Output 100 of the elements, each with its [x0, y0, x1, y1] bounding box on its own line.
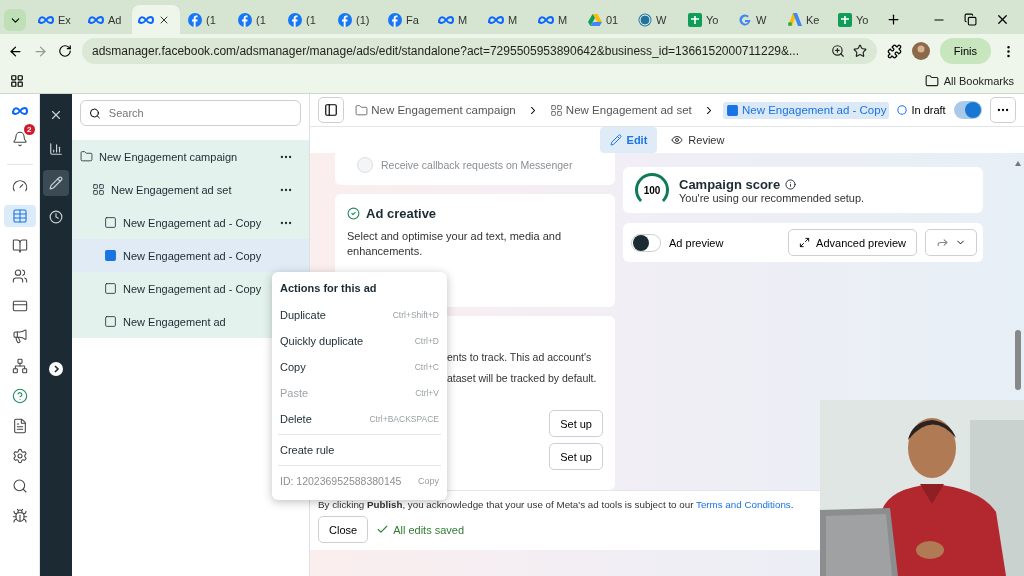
triangle-icon — [588, 13, 602, 26]
mode-tab[interactable]: Review — [661, 127, 735, 153]
section-description: Select and optimise your ad text, media and enhancements. — [347, 229, 562, 259]
sidebar-toggle-button[interactable] — [318, 97, 345, 123]
section-description: ataset will be tracked by default. — [446, 371, 598, 386]
menu-item[interactable]: Copy Ctrl+C — [272, 354, 447, 380]
browser-tab[interactable]: Fa — [382, 5, 430, 34]
finish-button[interactable]: Finis — [939, 38, 991, 64]
spreadsheet-icon — [688, 12, 702, 27]
tool-button[interactable] — [43, 170, 69, 196]
search-field[interactable]: Search — [106, 106, 292, 120]
tree-item[interactable]: New Engagement ad set — [72, 173, 309, 206]
meta-icon — [538, 14, 554, 25]
meta-icon — [38, 14, 54, 25]
people-icon — [11, 268, 28, 284]
bar-chart-icon — [49, 142, 63, 156]
browser-tab[interactable]: Yo — [682, 5, 730, 34]
zoom-icon[interactable] — [830, 44, 845, 58]
folder-icon — [355, 103, 369, 117]
tree-item[interactable]: New Engagement campaign — [72, 140, 309, 173]
menu-item[interactable]: Duplicate Ctrl+Shift+D — [272, 302, 447, 328]
breadcrumb[interactable]: New Engagement ad - Copy — [722, 101, 890, 119]
toggle-switch[interactable] — [953, 101, 982, 119]
close-button[interactable]: Close — [318, 516, 369, 543]
meta-icon — [138, 14, 154, 25]
address-bar[interactable]: adsmanager.facebook.com/adsmanager/manage/ads/edit/standalone?act=7295505953890642&business_id=1366152000711229&... — [82, 38, 877, 64]
bookmark-star-icon[interactable] — [852, 44, 867, 58]
bell-icon — [11, 131, 28, 147]
browser-tab[interactable]: M — [532, 5, 580, 34]
ads-icon — [788, 13, 802, 26]
meta-icon — [88, 14, 104, 25]
tree-item[interactable]: New Engagement ad - Copy — [72, 239, 309, 272]
notifications-button[interactable]: 2 — [3, 124, 36, 154]
menu-item[interactable]: Create rule — [272, 437, 447, 463]
mode-tab[interactable]: Edit — [599, 127, 658, 153]
option-label: Receive callback requests on Messenger — [381, 159, 573, 171]
forward-icon[interactable] — [33, 43, 48, 59]
browser-tab[interactable]: M — [482, 5, 530, 34]
facebook-icon — [288, 12, 302, 27]
grid-icon — [92, 183, 105, 196]
set-up-button[interactable]: Set up — [549, 410, 603, 437]
browser-tab[interactable] — [132, 5, 180, 34]
browser-tab[interactable]: Ex — [32, 5, 80, 34]
browser-tab[interactable]: W — [732, 5, 780, 34]
back-icon[interactable] — [8, 43, 23, 59]
ad-icon — [104, 249, 117, 262]
browser-tab[interactable]: (1) — [332, 5, 380, 34]
search-icon — [11, 478, 28, 494]
grid-icon — [549, 103, 563, 117]
pages-icon — [11, 238, 28, 254]
reload-icon[interactable] — [58, 44, 72, 58]
avatar-icon[interactable] — [911, 42, 930, 60]
preview-toggle[interactable] — [631, 233, 661, 252]
check-icon — [376, 523, 390, 536]
browser-tab[interactable]: M — [432, 5, 480, 34]
browser-tab[interactable]: (1 — [282, 5, 330, 34]
score-title: Campaign score — [679, 176, 781, 192]
meta-icon — [11, 106, 28, 116]
search-box[interactable]: Search — [80, 100, 301, 126]
menu-item[interactable]: Delete Ctrl+BACKSPACE — [272, 406, 447, 432]
google-icon — [738, 12, 752, 27]
new-tab-icon[interactable] — [886, 12, 901, 27]
saved-status: All edits saved — [393, 523, 465, 536]
browser-tab[interactable]: Ad — [82, 5, 130, 34]
browser-tab[interactable]: 01 — [582, 5, 630, 34]
expand-icon — [799, 237, 811, 248]
browser-tab[interactable]: W — [632, 5, 680, 34]
network-icon — [11, 358, 28, 374]
terms-link[interactable]: Terms and Conditions — [696, 499, 791, 510]
gauge-icon — [11, 178, 28, 194]
facebook-icon — [338, 12, 352, 27]
preview-label: Ad preview — [669, 236, 725, 249]
set-up-button[interactable]: Set up — [549, 443, 603, 470]
browser-tab[interactable]: (1 — [182, 5, 230, 34]
browser-tab[interactable]: (1 — [232, 5, 280, 34]
menu-title: Actions for this ad — [279, 281, 378, 296]
ad-icon — [725, 103, 739, 117]
tab-list-button[interactable] — [4, 9, 26, 31]
ad-icon — [104, 216, 117, 229]
close-icon[interactable] — [995, 12, 1010, 27]
check-circle-icon — [347, 207, 360, 220]
section-description: ents to track. This ad account's — [446, 350, 593, 365]
expand-icon[interactable] — [49, 362, 63, 376]
wordpress-icon — [638, 12, 652, 27]
restore-icon[interactable] — [964, 13, 977, 26]
breadcrumb[interactable]: New Engagement campaign — [352, 101, 519, 119]
settings-icon — [11, 448, 28, 464]
menu-item[interactable]: Quickly duplicate Ctrl+D — [272, 328, 447, 354]
radio-button[interactable] — [357, 157, 373, 173]
bookmarks-link[interactable]: All Bookmarks — [943, 74, 1014, 87]
extensions-icon[interactable] — [886, 43, 902, 59]
ad-id: ID: 120236952588380145 — [280, 475, 402, 487]
browser-tab[interactable]: Ke — [782, 5, 830, 34]
advanced-preview-button[interactable]: Advanced preview — [788, 229, 917, 256]
apps-icon[interactable] — [10, 73, 24, 88]
scrollbar[interactable] — [1014, 160, 1022, 390]
card-icon — [11, 298, 28, 314]
tree-item[interactable]: New Engagement ad - Copy — [72, 206, 309, 239]
breadcrumb[interactable]: New Engagement ad set — [546, 101, 695, 119]
browser-tab[interactable]: Yo — [832, 5, 880, 34]
